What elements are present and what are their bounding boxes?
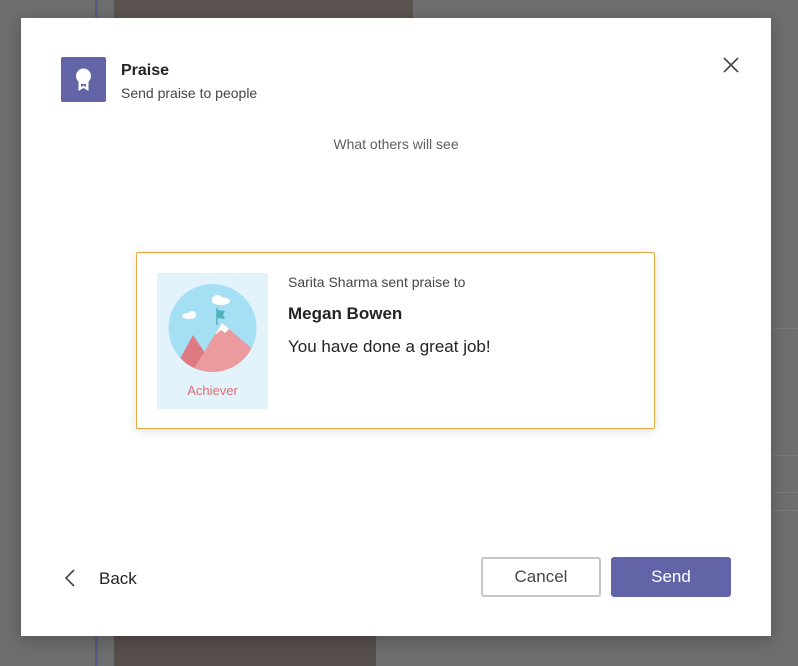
background-image-top xyxy=(114,0,413,20)
close-icon xyxy=(723,57,739,73)
chevron-left-icon xyxy=(64,569,75,587)
recipient-name: Megan Bowen xyxy=(288,304,403,323)
dialog-subtitle: Send praise to people xyxy=(121,85,258,101)
background-divider xyxy=(771,492,798,493)
praise-card-preview: Achiever Sarita Sharma sent praise to Me… xyxy=(136,252,655,429)
back-label: Back xyxy=(99,569,137,588)
cancel-button[interactable]: Cancel xyxy=(481,557,601,597)
background-divider xyxy=(771,328,798,329)
sender-line: Sarita Sharma sent praise to xyxy=(288,274,466,290)
achiever-badge: Achiever xyxy=(157,273,268,409)
preview-label: What others will see xyxy=(333,136,459,152)
send-button[interactable]: Send xyxy=(611,557,731,597)
badge-label: Achiever xyxy=(187,383,238,398)
praise-message: You have done a great job! xyxy=(288,337,491,356)
background-divider xyxy=(771,510,798,511)
dialog-title: Praise xyxy=(121,62,170,79)
praise-dialog: Praise Send praise to people What others… xyxy=(21,18,771,636)
background-image-bottom xyxy=(114,636,376,666)
background-divider xyxy=(771,455,798,456)
award-ribbon-icon xyxy=(61,57,106,102)
close-button[interactable] xyxy=(719,53,743,77)
